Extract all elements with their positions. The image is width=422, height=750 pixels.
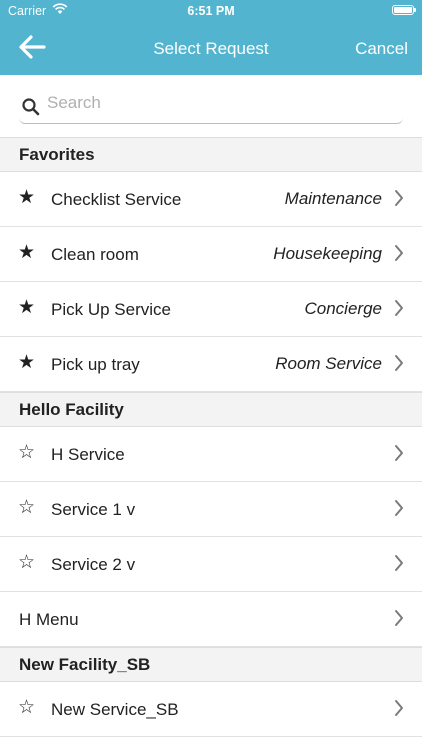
request-label: Clean room [51, 245, 139, 264]
chevron-right-icon [395, 245, 403, 261]
request-row[interactable]: ☆ Service 1 v [0, 482, 422, 537]
request-label: H Service [51, 445, 125, 464]
request-row[interactable]: H Menu [0, 592, 422, 647]
request-row[interactable]: ☆ H Service [0, 427, 422, 482]
section-header: New Facility_SB [0, 647, 422, 682]
request-label: H Menu [19, 610, 79, 629]
chevron-right-icon [395, 555, 403, 571]
clock: 6:51 PM [187, 4, 235, 18]
status-bar: Carrier 6:51 PM [0, 0, 422, 22]
request-category: Room Service [275, 354, 382, 373]
chevron-right-icon [395, 445, 403, 461]
chevron-right-icon [395, 355, 403, 371]
request-category: Concierge [304, 299, 383, 318]
request-list: Favorites ★ Checklist Service Maintenance ★ C… [0, 137, 422, 737]
search-bar[interactable] [19, 83, 403, 124]
chevron-right-icon [395, 610, 403, 626]
star-outline-icon[interactable]: ☆ [18, 443, 35, 463]
request-row[interactable]: ★ Clean room Housekeeping [0, 227, 422, 282]
section-header: Favorites [0, 137, 422, 172]
request-row[interactable]: ★ Pick Up Service Concierge [0, 282, 422, 337]
navigation-bar: Select Request Cancel [0, 22, 422, 75]
request-label: Checklist Service [51, 190, 182, 209]
section-header: Hello Facility [0, 392, 422, 427]
star-outline-icon[interactable]: ☆ [18, 498, 35, 518]
chevron-right-icon [395, 190, 403, 206]
chevron-right-icon [395, 300, 403, 316]
chevron-right-icon [395, 700, 403, 716]
request-row[interactable]: ☆ New Service_SB [0, 682, 422, 737]
request-label: Service 1 v [51, 500, 136, 519]
request-row[interactable]: ★ Checklist Service Maintenance [0, 172, 422, 227]
request-row[interactable]: ☆ Service 2 v [0, 537, 422, 592]
request-category: Maintenance [284, 189, 382, 208]
star-filled-icon[interactable]: ★ [18, 353, 35, 373]
request-label: Pick Up Service [51, 300, 171, 319]
request-label: Pick up tray [51, 355, 140, 374]
request-label: Service 2 v [51, 555, 136, 574]
star-filled-icon[interactable]: ★ [18, 188, 35, 208]
top-bar: Carrier 6:51 PM Select Request Cancel [0, 0, 422, 75]
star-outline-icon[interactable]: ☆ [18, 553, 35, 573]
request-label: New Service_SB [51, 700, 179, 719]
star-filled-icon[interactable]: ★ [18, 243, 35, 263]
search-input[interactable] [45, 89, 389, 117]
search-container [0, 75, 422, 137]
chevron-right-icon [395, 500, 403, 516]
star-filled-icon[interactable]: ★ [18, 298, 35, 318]
request-row[interactable]: ★ Pick up tray Room Service [0, 337, 422, 392]
star-outline-icon[interactable]: ☆ [18, 698, 35, 718]
battery-icon [392, 5, 416, 15]
search-icon [22, 98, 40, 116]
cancel-button[interactable]: Cancel [355, 39, 408, 59]
request-category: Housekeeping [273, 244, 382, 263]
